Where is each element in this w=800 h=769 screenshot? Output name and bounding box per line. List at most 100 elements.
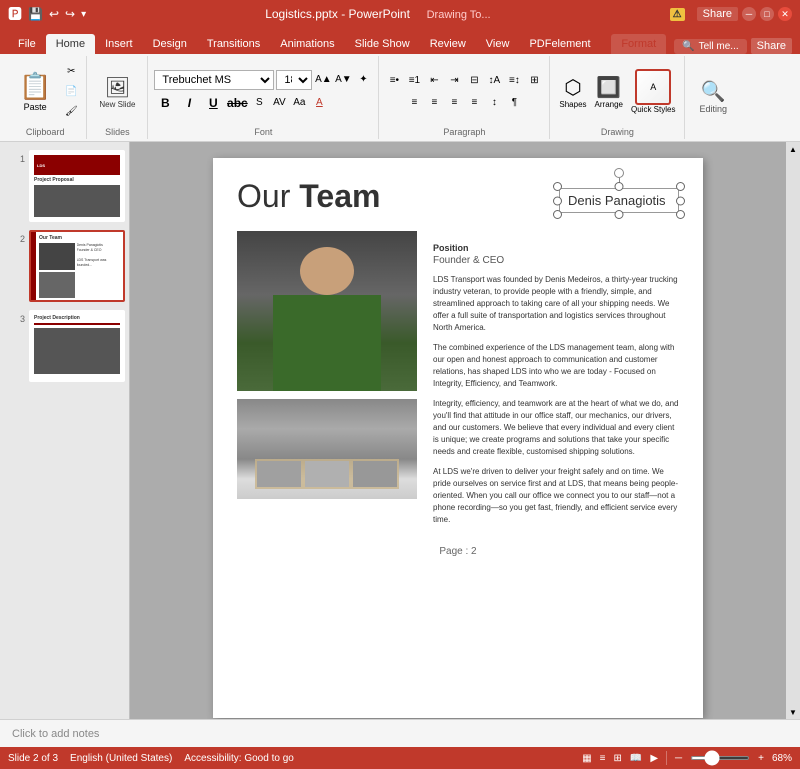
- zoom-out-button[interactable]: ─: [675, 753, 682, 764]
- tab-transitions[interactable]: Transitions: [197, 34, 270, 54]
- increase-indent-button[interactable]: ⇥: [445, 72, 463, 90]
- handle-mr[interactable]: [676, 196, 685, 205]
- vertical-scrollbar[interactable]: ▲ ▼: [786, 142, 800, 719]
- font-increase-button[interactable]: A▲: [314, 71, 332, 89]
- tab-view[interactable]: View: [476, 34, 520, 54]
- shadow-button[interactable]: S: [250, 94, 268, 112]
- outline-view-button[interactable]: ≡: [600, 753, 606, 764]
- smartart-button[interactable]: ⊞: [525, 72, 543, 90]
- tab-pdfelement[interactable]: PDFelement: [519, 34, 600, 54]
- align-right-button[interactable]: ≡: [445, 94, 463, 112]
- copy-button[interactable]: 📄: [62, 83, 80, 101]
- handle-tr[interactable]: [676, 182, 685, 191]
- filename-label: Logistics.pptx - PowerPoint: [265, 7, 410, 21]
- slide-text-content: Position Founder & CEO LDS Transport was…: [433, 231, 679, 534]
- slide-photos: [237, 231, 417, 534]
- handle-br[interactable]: [676, 210, 685, 219]
- align-text-button[interactable]: ≡↕: [505, 72, 523, 90]
- shapes-button[interactable]: ⬡ Shapes: [556, 72, 589, 112]
- underline-button[interactable]: U: [202, 92, 224, 114]
- text-direction-button[interactable]: ↕A: [485, 72, 503, 90]
- slideshow-button[interactable]: ▶: [650, 753, 658, 764]
- slide-text-4: At LDS we're driven to deliver your frei…: [433, 466, 679, 526]
- tab-animations[interactable]: Animations: [270, 34, 344, 54]
- ribbon-group-editing: 🔍 Editing: [685, 56, 741, 139]
- tell-me-bar[interactable]: 🔍 Tell me...: [674, 39, 746, 54]
- slide-sorter-button[interactable]: ⊞: [614, 753, 622, 764]
- tab-home[interactable]: Home: [46, 34, 95, 54]
- clipboard-group-content: 📋 Paste ✂ 📄 🖌: [10, 58, 80, 125]
- font-decrease-button[interactable]: A▼: [334, 71, 352, 89]
- decrease-indent-button[interactable]: ⇤: [425, 72, 443, 90]
- editing-area: 🔍 Editing: [691, 75, 735, 118]
- normal-view-button[interactable]: ▦: [582, 753, 591, 764]
- scroll-up-arrow[interactable]: ▲: [786, 142, 800, 156]
- tab-insert[interactable]: Insert: [95, 34, 143, 54]
- handle-bc[interactable]: [615, 210, 624, 219]
- align-center-button[interactable]: ≡: [425, 94, 443, 112]
- slide-photo-warehouse: [237, 399, 417, 499]
- quick-access-redo[interactable]: ↪: [65, 7, 75, 21]
- cut-button[interactable]: ✂: [62, 63, 80, 81]
- font-color-button[interactable]: A: [310, 94, 328, 112]
- bold-button[interactable]: B: [154, 92, 176, 114]
- format-painter-button[interactable]: 🖌: [62, 103, 80, 121]
- zoom-in-button[interactable]: +: [758, 753, 764, 764]
- font-size-select[interactable]: 18: [276, 70, 312, 90]
- handle-bl[interactable]: [553, 210, 562, 219]
- para-spacing-button[interactable]: ¶: [505, 94, 523, 112]
- paste-icon: 📋: [19, 71, 51, 102]
- ribbon-group-slides: 🖼 New Slide Slides: [87, 56, 148, 139]
- slides-label: Slides: [105, 127, 130, 137]
- bullets-button[interactable]: ≡•: [385, 72, 403, 90]
- new-slide-button[interactable]: 🖼 New Slide: [93, 71, 141, 113]
- clear-formatting-button[interactable]: ✦: [354, 71, 372, 89]
- status-separator: [666, 751, 667, 765]
- quick-access-save[interactable]: 💾: [28, 7, 43, 21]
- tab-slideshow[interactable]: Slide Show: [345, 34, 420, 54]
- paragraph-group-content: ≡• ≡1 ⇤ ⇥ ⊟ ↕A ≡↕ ⊞ ≡ ≡ ≡ ≡ ↕ ¶: [385, 58, 543, 125]
- minimize-button[interactable]: ─: [742, 7, 756, 21]
- window-controls: ⚠ Share ─ □ ✕: [670, 7, 792, 21]
- tab-review[interactable]: Review: [420, 34, 476, 54]
- notes-bar[interactable]: Click to add notes: [0, 719, 800, 747]
- notes-text: Click to add notes: [12, 728, 99, 740]
- scroll-down-arrow[interactable]: ▼: [786, 705, 800, 719]
- slide-thumb-3[interactable]: Project Description: [29, 310, 125, 382]
- scrollbar-track[interactable]: [786, 156, 800, 705]
- share-button[interactable]: Share: [697, 7, 738, 21]
- handle-ml[interactable]: [553, 196, 562, 205]
- maximize-button[interactable]: □: [760, 7, 774, 21]
- spacing-button[interactable]: AV: [270, 94, 288, 112]
- align-left-button[interactable]: ≡: [405, 94, 423, 112]
- arrange-button[interactable]: 🔲 Arrange: [592, 72, 626, 112]
- name-box-container: Denis Panagiotis: [559, 188, 679, 213]
- strikethrough-button[interactable]: abc: [226, 92, 248, 114]
- zoom-slider[interactable]: [690, 756, 750, 760]
- handle-tc[interactable]: [615, 182, 624, 191]
- columns-button[interactable]: ⊟: [465, 72, 483, 90]
- reading-view-button[interactable]: 📖: [630, 753, 642, 764]
- numbering-button[interactable]: ≡1: [405, 72, 423, 90]
- arrange-label: Arrange: [595, 100, 623, 109]
- quick-access-undo[interactable]: ↩: [49, 7, 59, 21]
- tab-design[interactable]: Design: [143, 34, 197, 54]
- page-number: Page : 2: [237, 546, 679, 557]
- italic-button[interactable]: I: [178, 92, 200, 114]
- line-spacing-button[interactable]: ↕: [485, 94, 503, 112]
- paste-button[interactable]: 📋 Paste: [10, 66, 60, 117]
- slide-number-1: 1: [20, 150, 25, 164]
- slide-thumb-2[interactable]: Our Team Denis PanagiotisFounder & CEOLD…: [29, 230, 125, 302]
- justify-button[interactable]: ≡: [465, 94, 483, 112]
- slide-thumb-1[interactable]: LDS Project Proposal: [29, 150, 125, 222]
- position-value: Founder & CEO: [433, 255, 679, 266]
- tab-format[interactable]: Format: [611, 34, 666, 54]
- slide-number-2: 2: [20, 230, 25, 244]
- case-button[interactable]: Aa: [290, 94, 308, 112]
- quick-styles-button[interactable]: A Quick Styles: [628, 66, 678, 117]
- tab-file[interactable]: File: [8, 34, 46, 54]
- share-label[interactable]: Share: [751, 38, 792, 54]
- handle-tl[interactable]: [553, 182, 562, 191]
- font-family-select[interactable]: Trebuchet MS: [154, 70, 274, 90]
- close-button[interactable]: ✕: [778, 7, 792, 21]
